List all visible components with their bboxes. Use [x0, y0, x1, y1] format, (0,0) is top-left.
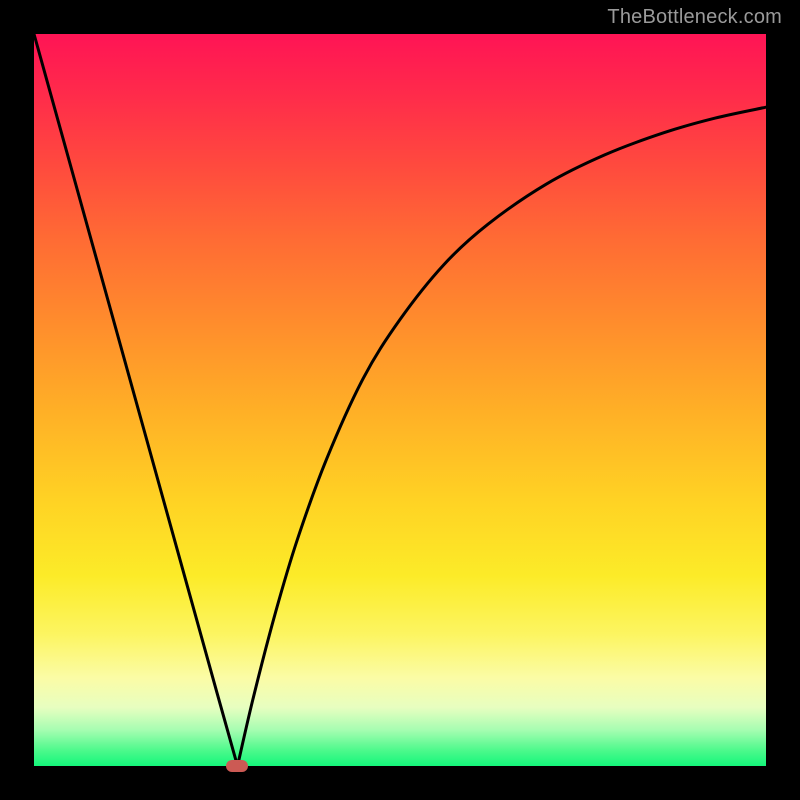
optimum-marker: [226, 760, 248, 772]
curve-right-branch: [237, 107, 766, 766]
watermark-text: TheBottleneck.com: [607, 6, 782, 29]
curve-left-branch: [34, 34, 238, 766]
plot-area: [34, 34, 766, 766]
bottleneck-curve: [34, 34, 766, 766]
chart-frame: TheBottleneck.com: [0, 0, 800, 800]
